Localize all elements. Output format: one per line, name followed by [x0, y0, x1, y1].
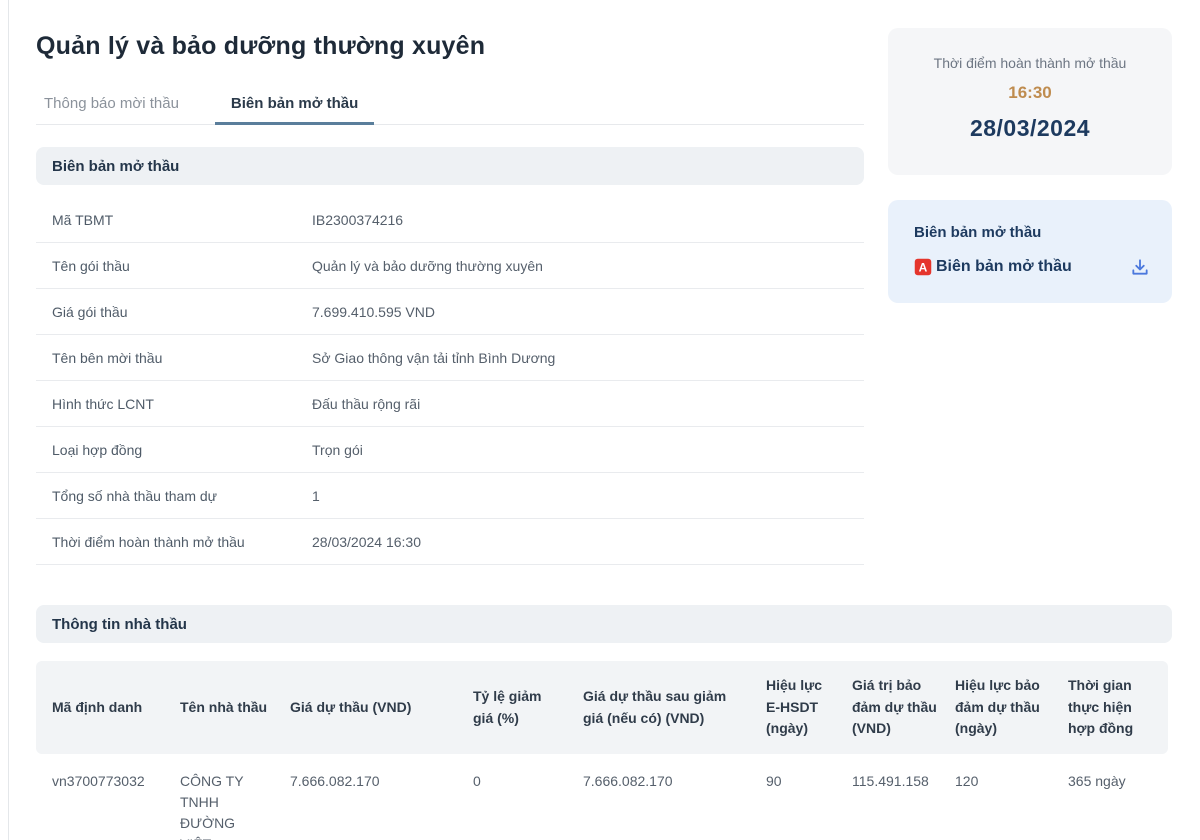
detail-row: Tên gói thầu Quản lý và bảo dưỡng thường… [36, 243, 864, 289]
detail-label: Hình thức LCNT [52, 395, 154, 412]
detail-value: Quản lý và bảo dưỡng thường xuyên [312, 257, 543, 274]
tab-bar: Thông báo mời thầu Biên bản mở thầu [36, 87, 864, 125]
document-row: A Biên bản mở thầu [914, 257, 1150, 277]
svg-text:A: A [919, 261, 928, 275]
contractor-cell: CÔNG TY TNHH ĐƯỜNG VIỆT [180, 754, 290, 840]
detail-row: Tên bên mời thầu Sở Giao thông vận tải t… [36, 335, 864, 381]
tab-thong-bao-moi-thau[interactable]: Thông báo mời thầu [36, 87, 193, 124]
detail-row: Hình thức LCNT Đấu thầu rộng rãi [36, 381, 864, 427]
contractor-cell: 7.666.082.170 [290, 754, 473, 840]
contractor-cell: vn3700773032 [36, 754, 180, 840]
column-header: Tên nhà thầu [180, 661, 290, 755]
contractor-cell: 0 [473, 754, 583, 840]
contractors-header-row: Mã định danh Tên nhà thầu Giá dự thầu (VND… [36, 661, 1168, 755]
column-header: Tỷ lệ giảm giá (%) [473, 661, 583, 755]
column-header: Hiệu lực bảo đảm dự thầu (ngày) [955, 661, 1068, 755]
bid-detail-page: Quản lý và bảo dưỡng thường xuyên Thông … [0, 0, 1200, 840]
column-header: Mã định danh [36, 661, 180, 755]
detail-row: Thời điểm hoàn thành mở thầu 28/03/2024 … [36, 519, 864, 565]
contractor-cell: 7.666.082.170 [583, 754, 766, 840]
detail-value: 28/03/2024 16:30 [312, 533, 421, 550]
download-icon[interactable] [1130, 257, 1150, 277]
detail-value: 7.699.410.595 VND [312, 303, 435, 320]
detail-row: Tổng số nhà thầu tham dự 1 [36, 473, 864, 519]
page-title: Quản lý và bảo dưỡng thường xuyên [36, 32, 486, 60]
detail-row: Giá gói thầu 7.699.410.595 VND [36, 289, 864, 335]
completion-time-card: Thời điểm hoàn thành mở thầu 16:30 28/03… [888, 28, 1172, 175]
column-header: Thời gian thực hiện hợp đồng [1068, 661, 1168, 755]
column-header: Giá dự thầu (VND) [290, 661, 473, 755]
detail-label: Giá gói thầu [52, 303, 128, 320]
bid-record-file-link[interactable]: Biên bản mở thầu [936, 258, 1072, 276]
detail-value: Trọn gói [312, 441, 363, 458]
contractors-table: Mã định danh Tên nhà thầu Giá dự thầu (VND… [36, 661, 1168, 840]
contractors-section-header: Thông tin nhà thầu [36, 605, 1172, 643]
column-header: Giá dự thầu sau giảm giá (nếu có) (VND) [583, 661, 766, 755]
completion-time-label: Thời điểm hoàn thành mở thầu [933, 55, 1127, 71]
detail-label: Tổng số nhà thầu tham dự [52, 487, 218, 504]
detail-row: Mã TBMT IB2300374216 [36, 197, 864, 243]
detail-label: Loại hợp đồng [52, 441, 143, 458]
contractor-cell: 365 ngày [1068, 754, 1168, 840]
contractors-body: vn3700773032CÔNG TY TNHH ĐƯỜNG VIỆT7.666… [36, 754, 1168, 840]
tab-bien-ban-mo-thau[interactable]: Biên bản mở thầu [214, 87, 375, 125]
contractor-cell: 90 [766, 754, 852, 840]
detail-value: IB2300374216 [312, 211, 404, 228]
detail-label: Tên gói thầu [52, 257, 130, 274]
pdf-file-icon: A [914, 258, 932, 276]
contractor-cell: 115.491.158 [852, 754, 955, 840]
contractor-cell: 120 [955, 754, 1068, 840]
detail-value: Đấu thầu rộng rãi [312, 395, 421, 412]
completion-time-value: 16:30 [1008, 83, 1052, 102]
column-header: Giá trị bảo đảm dự thầu (VND) [852, 661, 955, 755]
detail-label: Mã TBMT [52, 211, 114, 228]
column-header: Hiệu lực E-HSDT (ngày) [766, 661, 852, 755]
detail-value: Sở Giao thông vận tải tỉnh Bình Dương [312, 349, 556, 366]
detail-label: Thời điểm hoàn thành mở thầu [52, 533, 245, 550]
document-card-title: Biên bản mở thầu [914, 224, 1042, 241]
bid-record-document-card: Biên bản mở thầu A Biên bản mở thầu [888, 200, 1172, 303]
contractor-row: vn3700773032CÔNG TY TNHH ĐƯỜNG VIỆT7.666… [36, 754, 1168, 840]
detail-value: 1 [312, 487, 320, 504]
bid-record-list: Mã TBMT IB2300374216 Tên gói thầu Quản l… [36, 197, 864, 565]
detail-label: Tên bên mời thầu [52, 349, 163, 366]
detail-row: Loại hợp đồng Trọn gói [36, 427, 864, 473]
completion-date-value: 28/03/2024 [969, 115, 1091, 141]
bid-record-section-header: Biên bản mở thầu [36, 147, 864, 185]
